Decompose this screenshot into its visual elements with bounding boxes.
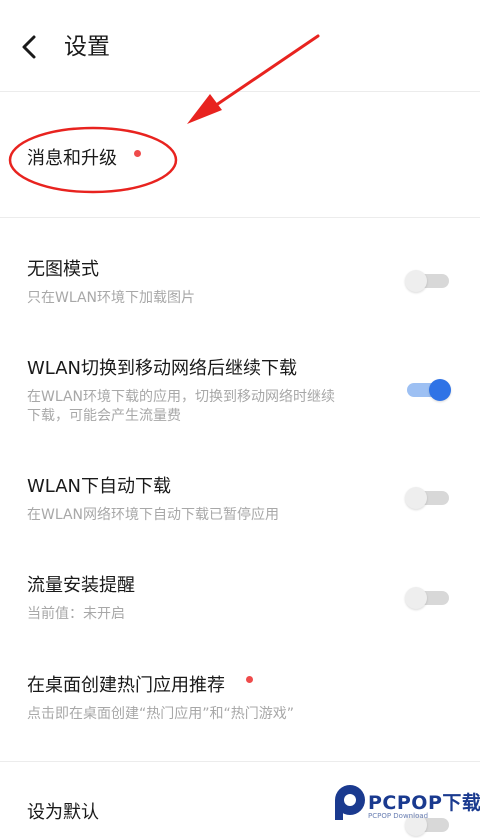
no-image-mode-toggle[interactable] — [405, 268, 451, 294]
no-image-mode-title: 无图模式 — [27, 259, 99, 280]
traffic-install-reminder-desc: 当前值：未开启 — [27, 606, 125, 622]
messages-upgrade-item[interactable]: 消息和升级 — [27, 146, 117, 172]
pcpop-logo-icon — [335, 785, 365, 820]
header-divider — [0, 91, 480, 92]
back-arrow-icon[interactable] — [14, 30, 48, 64]
desktop-hot-apps-desc: 点击即在桌面创建“热门应用”和“热门游戏” — [27, 706, 295, 722]
traffic-install-reminder-title: 流量安装提醒 — [27, 575, 135, 596]
app-header: 设置 — [0, 0, 480, 92]
no-image-mode-desc: 只在WLAN环境下加载图片 — [27, 290, 196, 306]
desktop-hot-apps-title[interactable]: 在桌面创建热门应用推荐 — [27, 673, 225, 699]
messages-upgrade-badge — [134, 150, 141, 157]
wlan-auto-download-toggle[interactable] — [405, 485, 451, 511]
wlan-auto-download-title: WLAN下自动下载 — [27, 476, 172, 497]
section-divider — [0, 217, 480, 218]
wlan-to-mobile-toggle[interactable] — [405, 377, 451, 403]
annotation-arrow-head — [187, 94, 222, 124]
wlan-to-mobile-desc-line2: 下载，可能会产生流量费 — [27, 408, 181, 424]
set-default-title: 设为默认 — [27, 802, 99, 823]
wlan-to-mobile-desc-line1: 在WLAN环境下载的应用，切换到移动网络时继续 — [27, 389, 336, 405]
watermark-tagline: PCPOP Download — [368, 812, 429, 820]
traffic-install-reminder-toggle[interactable] — [405, 585, 451, 611]
watermark-brand: PCPOP下载 — [368, 792, 480, 814]
pcpop-watermark: PCPOP下载 PCPOP Download — [330, 780, 480, 826]
desktop-hot-apps-badge — [246, 676, 253, 683]
wlan-to-mobile-title: WLAN切换到移动网络后继续下载 — [27, 358, 298, 379]
page-title: 设置 — [64, 34, 110, 60]
section-divider-2 — [0, 761, 480, 762]
wlan-auto-download-desc: 在WLAN网络环境下自动下载已暂停应用 — [27, 507, 280, 523]
